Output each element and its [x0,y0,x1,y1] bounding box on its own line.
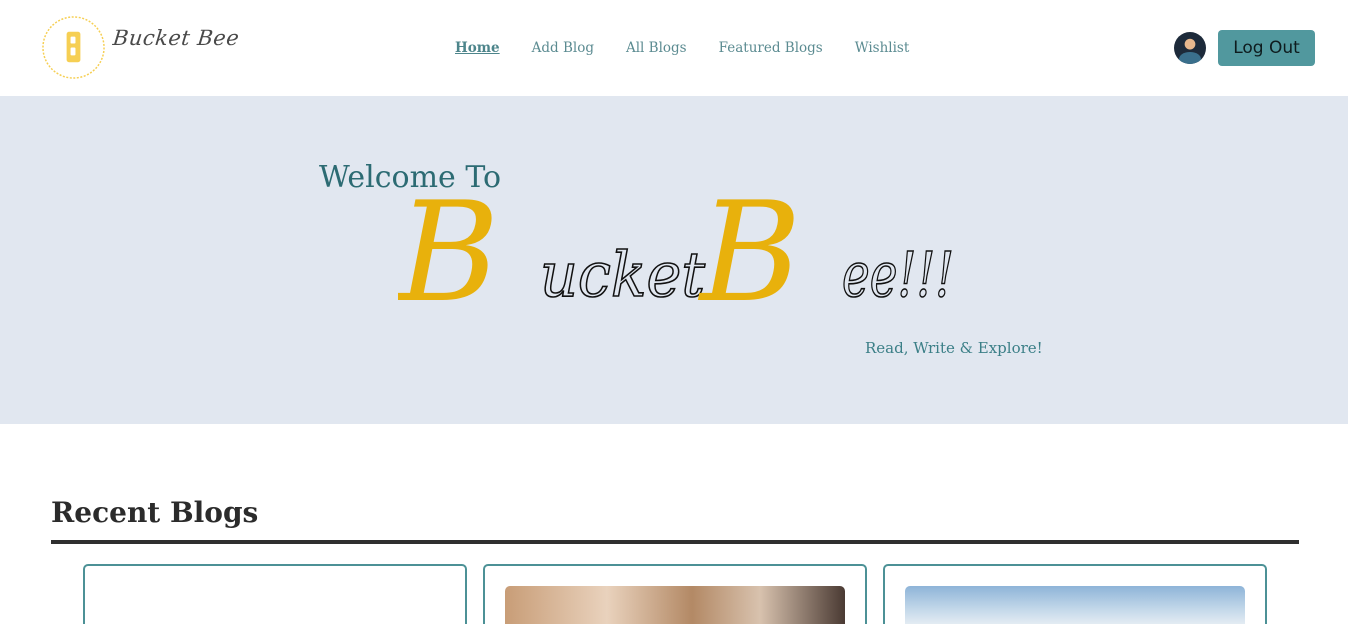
blog-card[interactable] [883,564,1267,624]
nav-link-home[interactable]: Home [455,40,500,56]
nav-link-featured-blogs[interactable]: Featured Blogs [719,40,823,56]
brand-initial-b2: B [697,192,801,312]
logo-wordmark: Bucket Bee [111,26,241,50]
blog-card[interactable] [483,564,867,624]
blog-card[interactable] [83,564,467,624]
brand-word-ucket: ucket [540,238,705,311]
bee-logo-icon [42,16,105,79]
hero-tagline: Read, Write & Explore! [865,339,1043,357]
main-nav: Home Add Blog All Blogs Featured Blogs W… [455,38,909,58]
logout-button[interactable]: Log Out [1218,30,1315,66]
nav-link-all-blogs[interactable]: All Blogs [626,40,687,56]
site-logo[interactable]: Bucket Bee [41,14,241,82]
blog-card-image [505,586,845,624]
recent-blogs-heading: Recent Blogs [51,496,259,529]
navbar: Bucket Bee Home Add Blog All Blogs Featu… [0,0,1348,96]
hero-banner: Welcome To B ucket B ee!!! Read, Write &… [0,96,1348,424]
blog-card-image [905,586,1245,624]
hero-brand-title: B ucket B ee!!! [398,192,955,312]
nav-link-add-blog[interactable]: Add Blog [532,40,594,56]
section-divider [51,540,1299,544]
nav-link-wishlist[interactable]: Wishlist [855,40,910,56]
hero-welcome-text: Welcome To [319,160,502,195]
brand-initial-b1: B [398,192,499,312]
user-avatar[interactable] [1174,32,1206,64]
brand-word-ee: ee!!! [842,238,954,311]
